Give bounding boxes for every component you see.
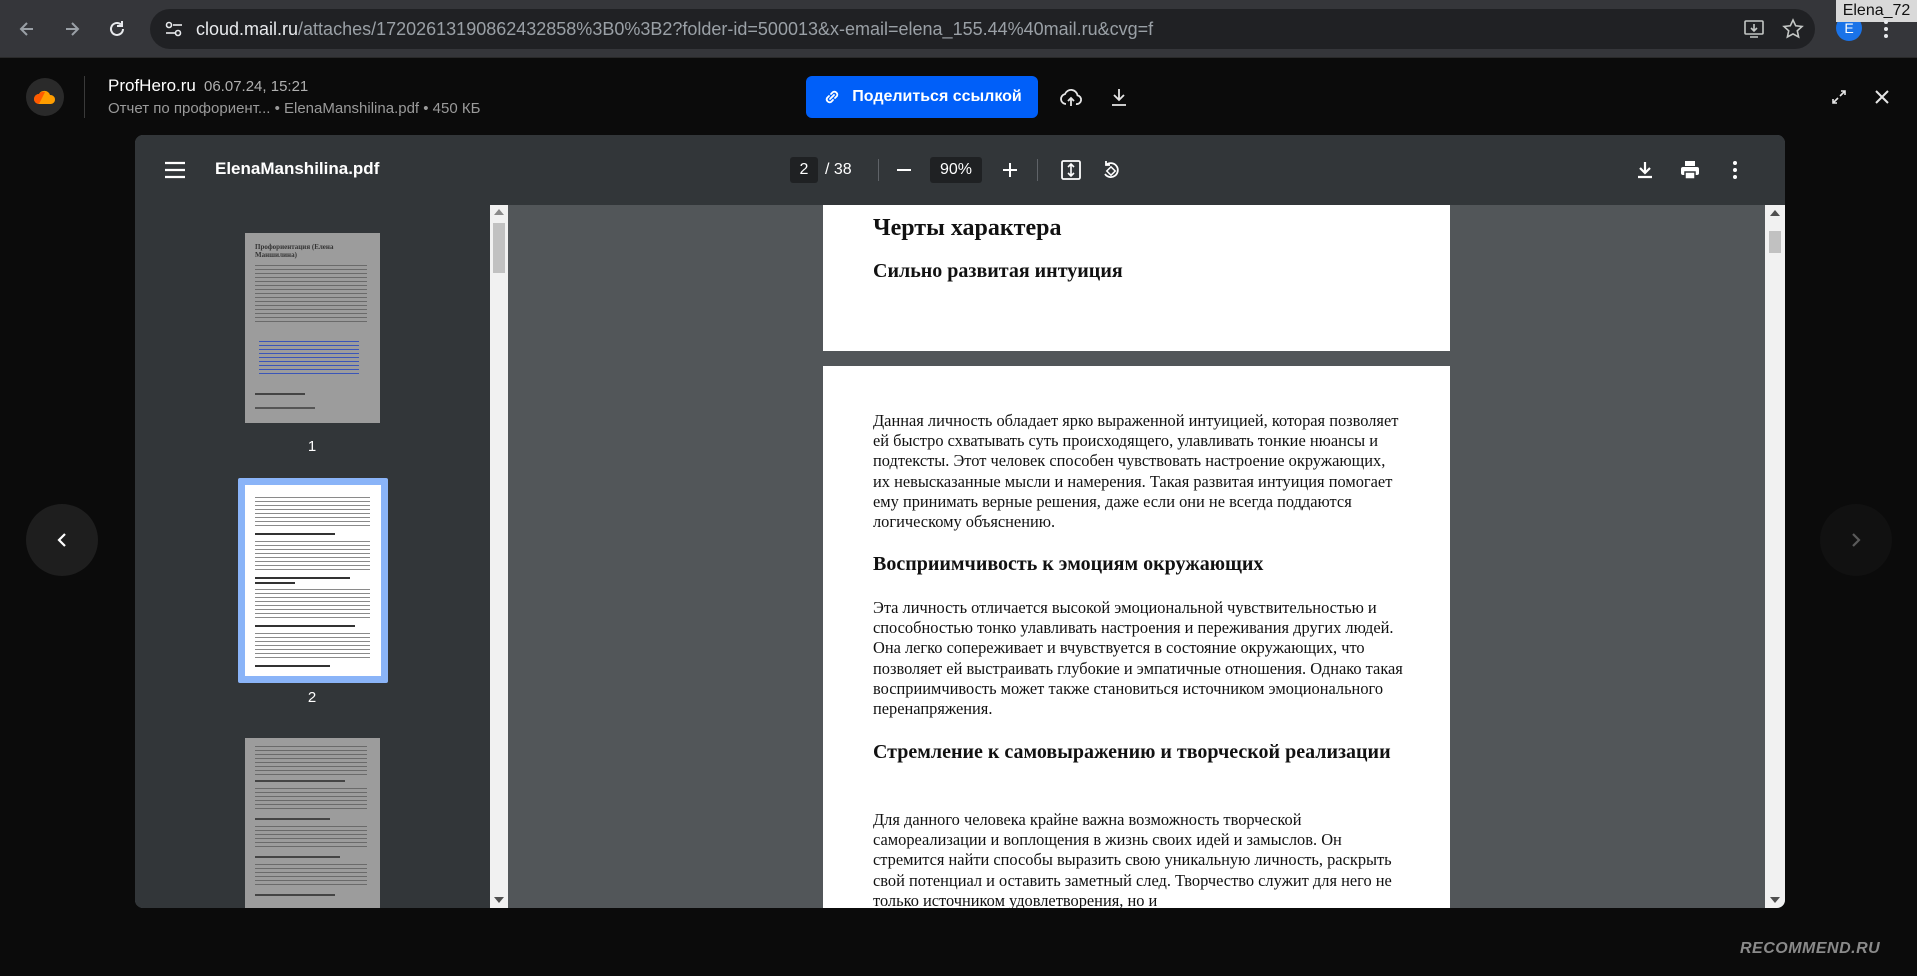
close-viewer-button[interactable] [1867, 82, 1897, 112]
reload-button[interactable] [100, 12, 134, 46]
thumbnail-page-3[interactable] [245, 738, 380, 908]
viewer-header: ProfHero.ru 06.07.24, 15:21 Отчет по про… [0, 58, 1917, 134]
thumbnail-toc-links [259, 341, 359, 375]
watermark: RECOMMEND.RU [1740, 940, 1881, 957]
expand-icon [1832, 90, 1846, 104]
scroll-up-arrow[interactable] [494, 209, 504, 215]
pdf-download-button[interactable] [1629, 154, 1661, 186]
toolbar-separator [878, 159, 879, 181]
fit-page-button[interactable] [1055, 154, 1087, 186]
scroll-down-arrow[interactable] [1770, 897, 1780, 903]
header-divider [84, 76, 85, 118]
sidebar-scrollbar-thumb[interactable] [493, 223, 505, 273]
profile-name-tag: Elena_72 [1836, 0, 1917, 22]
scroll-up-arrow[interactable] [1770, 210, 1780, 216]
download-icon [1112, 89, 1126, 106]
share-link-button[interactable]: Поделиться ссылкой [806, 76, 1038, 118]
arrow-left-icon [19, 22, 33, 36]
sidebar-scrollbar[interactable] [490, 205, 508, 908]
thumbnail-heading-line [255, 393, 305, 395]
back-button[interactable] [10, 12, 44, 46]
sent-date: 06.07.24, 15:21 [204, 78, 309, 95]
forward-button[interactable] [55, 12, 89, 46]
thumbnail-title: Профориентация (Елена Маншилина) [255, 243, 334, 259]
thumbnail-page-1[interactable]: Профориентация (Елена Маншилина) [245, 233, 380, 423]
document-scrollbar-thumb[interactable] [1769, 231, 1781, 253]
download-icon [1638, 162, 1652, 179]
next-file-button[interactable] [1820, 504, 1892, 576]
page-total: / 38 [825, 161, 852, 178]
close-icon [1875, 90, 1889, 104]
browser-menu-icon[interactable] [1882, 18, 1890, 40]
thumbnail-label: 2 [307, 689, 317, 706]
fit-to-page-icon [1061, 160, 1081, 180]
rotate-button[interactable] [1095, 154, 1127, 186]
site-info-icon[interactable] [164, 20, 184, 38]
file-meta: Отчет по профориент... • ElenaManshilina… [108, 100, 481, 117]
sidebar-toggle-button[interactable] [159, 154, 191, 186]
browser-toolbar: cloud.mail.ru/attaches/17202613190862432… [0, 0, 1917, 58]
download-button[interactable] [1104, 82, 1134, 112]
zoom-out-button[interactable] [888, 154, 920, 186]
cloud-upload-icon [1060, 89, 1082, 106]
document-scrollbar[interactable] [1765, 205, 1785, 908]
rotate-icon [1104, 161, 1119, 178]
printer-icon [1681, 161, 1699, 180]
chevron-right-icon [1852, 533, 1861, 547]
paragraph: Данная личность обладает ярко выраженной… [873, 411, 1399, 532]
page-heading: Черты характера [873, 215, 1062, 241]
pdf-page-1: Черты характера Сильно развитая интуиция [823, 205, 1450, 351]
more-actions-button[interactable] [1719, 154, 1751, 186]
page-number-input[interactable]: 2 [790, 157, 818, 183]
chevron-left-icon [57, 533, 66, 547]
toolbar-separator [1037, 159, 1038, 181]
address-bar[interactable]: cloud.mail.ru/attaches/17202613190862432… [150, 9, 1815, 49]
thumbnail-page-2-selected[interactable] [238, 478, 388, 683]
sender-name[interactable]: ProfHero.ru [108, 76, 196, 96]
section-heading: Восприимчивость к эмоциям окружающих [873, 553, 1264, 575]
previous-file-button[interactable] [26, 504, 98, 576]
section-heading: Стремление к самовыражению и творческой … [873, 741, 1391, 763]
link-icon [826, 90, 839, 104]
more-vertical-icon [1733, 161, 1737, 179]
minus-icon [897, 169, 911, 171]
menu-icon [165, 161, 185, 179]
pdf-page-2: Данная личность обладает ярко выраженной… [823, 366, 1450, 908]
share-link-label: Поделиться ссылкой [852, 88, 1022, 105]
thumbnail-sidebar: Профориентация (Елена Маншилина) 1 2 [135, 205, 490, 908]
reload-icon [110, 21, 124, 36]
paragraph: Эта личность отличается высокой эмоциона… [873, 598, 1403, 719]
pdf-viewer: ElenaManshilina.pdf 2 / 38 90% Профориен… [135, 135, 1785, 908]
install-app-icon[interactable] [1743, 18, 1765, 40]
fullscreen-button[interactable] [1824, 82, 1854, 112]
thumbnail-text-lines [255, 265, 367, 325]
zoom-input[interactable]: 90% [930, 157, 982, 183]
page-subheading: Сильно развитая интуиция [873, 260, 1123, 282]
zoom-in-button[interactable] [994, 154, 1026, 186]
thumbnail-heading-line [255, 407, 315, 409]
arrow-right-icon [66, 22, 80, 36]
save-to-cloud-button[interactable] [1056, 82, 1086, 112]
pdf-title: ElenaManshilina.pdf [215, 159, 380, 178]
scroll-down-arrow[interactable] [494, 897, 504, 903]
thumbnail-label: 1 [307, 438, 317, 455]
paragraph: Для данного человека крайне важна возмож… [873, 810, 1392, 908]
print-button[interactable] [1674, 154, 1706, 186]
cloud-logo-icon[interactable] [26, 78, 64, 116]
url-text[interactable]: cloud.mail.ru/attaches/17202613190862432… [196, 19, 1153, 40]
plus-icon [1003, 163, 1017, 177]
pdf-toolbar: ElenaManshilina.pdf 2 / 38 90% [135, 135, 1785, 205]
bookmark-star-icon[interactable] [1782, 18, 1804, 40]
